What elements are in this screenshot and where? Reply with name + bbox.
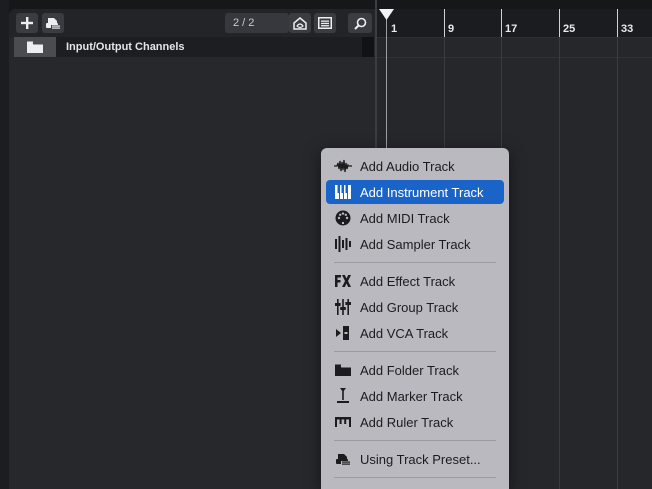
menu-separator xyxy=(334,262,496,263)
menu-item-add-folder-track[interactable]: Add Folder Track xyxy=(326,358,504,382)
menu-item-label: Add Effect Track xyxy=(360,273,456,289)
midi-plug-icon xyxy=(326,206,360,230)
menu-item-label: Add Group Track xyxy=(360,299,459,315)
menu-item-label: Add Folder Track xyxy=(360,362,459,378)
menu-item-add-ruler-track[interactable]: Add Ruler Track xyxy=(326,410,504,434)
bar-label: 9 xyxy=(448,23,455,35)
visibility-icon xyxy=(293,16,307,30)
menu-item-label: Add Instrument Track xyxy=(360,184,484,200)
track-icon-area xyxy=(14,37,56,57)
bar-marker xyxy=(617,9,618,37)
bar-label: 17 xyxy=(505,23,518,35)
track-preset-icon xyxy=(326,447,360,471)
menu-item-label: Add MIDI Track xyxy=(360,210,450,226)
fx-icon xyxy=(326,269,360,293)
menu-item-label: Using Track Preset... xyxy=(360,451,481,467)
add-track-button[interactable] xyxy=(16,13,38,33)
menu-item-add-sampler-track[interactable]: Add Sampler Track xyxy=(326,232,504,256)
menu-separator xyxy=(334,477,496,478)
track-lane xyxy=(377,37,652,58)
ruler-icon xyxy=(326,410,360,434)
folder-icon xyxy=(27,41,43,53)
list-view-button[interactable] xyxy=(314,13,336,33)
sampler-icon xyxy=(326,232,360,256)
list-icon xyxy=(318,17,332,29)
track-name: Input/Output Channels xyxy=(66,41,185,53)
bar-label: 1 xyxy=(391,23,398,35)
bar-label: 25 xyxy=(563,23,576,35)
menu-item-add-vca-track[interactable]: Add VCA Track xyxy=(326,321,504,345)
menu-item-add-group-track[interactable]: Add Group Track xyxy=(326,295,504,319)
menu-item-label: Add Audio Track xyxy=(360,158,455,174)
track-row-end xyxy=(362,37,374,57)
playhead-marker[interactable] xyxy=(379,9,394,21)
track-counter: 2 / 2 xyxy=(225,13,289,33)
bar-marker xyxy=(444,9,445,37)
bar-gridline xyxy=(617,37,618,489)
menu-item-using-track-preset[interactable]: Using Track Preset... xyxy=(326,447,504,471)
menu-separator xyxy=(334,351,496,352)
group-faders-icon xyxy=(326,295,360,319)
track-preset-icon xyxy=(46,17,60,29)
menu-item-label: Add Ruler Track xyxy=(360,414,454,430)
left-window-edge xyxy=(0,0,9,489)
add-track-menu: Add Audio Track Add Instrument Track Add… xyxy=(321,148,509,489)
track-presets-button[interactable] xyxy=(42,13,64,33)
track-list-toolbar: 2 / 2 xyxy=(9,9,377,37)
menu-item-add-audio-track[interactable]: Add Audio Track xyxy=(326,154,504,178)
menu-item-add-instrument-track[interactable]: Add Instrument Track xyxy=(326,180,504,204)
search-button[interactable] xyxy=(348,13,372,33)
menu-item-label: Add Marker Track xyxy=(360,388,463,404)
marker-icon xyxy=(326,384,360,408)
bar-label: 33 xyxy=(621,23,634,35)
folder-icon xyxy=(326,358,360,382)
track-row[interactable]: Input/Output Channels xyxy=(14,37,374,57)
timeline-ruler[interactable]: 1 9 17 25 33 xyxy=(377,9,652,38)
visibility-button[interactable] xyxy=(289,13,311,33)
piano-keys-icon xyxy=(326,180,360,204)
plus-icon xyxy=(21,17,33,29)
menu-item-label: Add VCA Track xyxy=(360,325,449,341)
menu-item-add-effect-track[interactable]: Add Effect Track xyxy=(326,269,504,293)
audio-waveform-icon xyxy=(326,154,360,178)
menu-item-label: Add Sampler Track xyxy=(360,236,471,252)
bar-marker xyxy=(559,9,560,37)
menu-separator xyxy=(334,440,496,441)
bar-marker xyxy=(501,9,502,37)
menu-item-add-marker-track[interactable]: Add Marker Track xyxy=(326,384,504,408)
bar-gridline xyxy=(559,37,560,489)
vca-icon xyxy=(326,321,360,345)
search-icon xyxy=(353,17,366,30)
menu-item-add-midi-track[interactable]: Add MIDI Track xyxy=(326,206,504,230)
